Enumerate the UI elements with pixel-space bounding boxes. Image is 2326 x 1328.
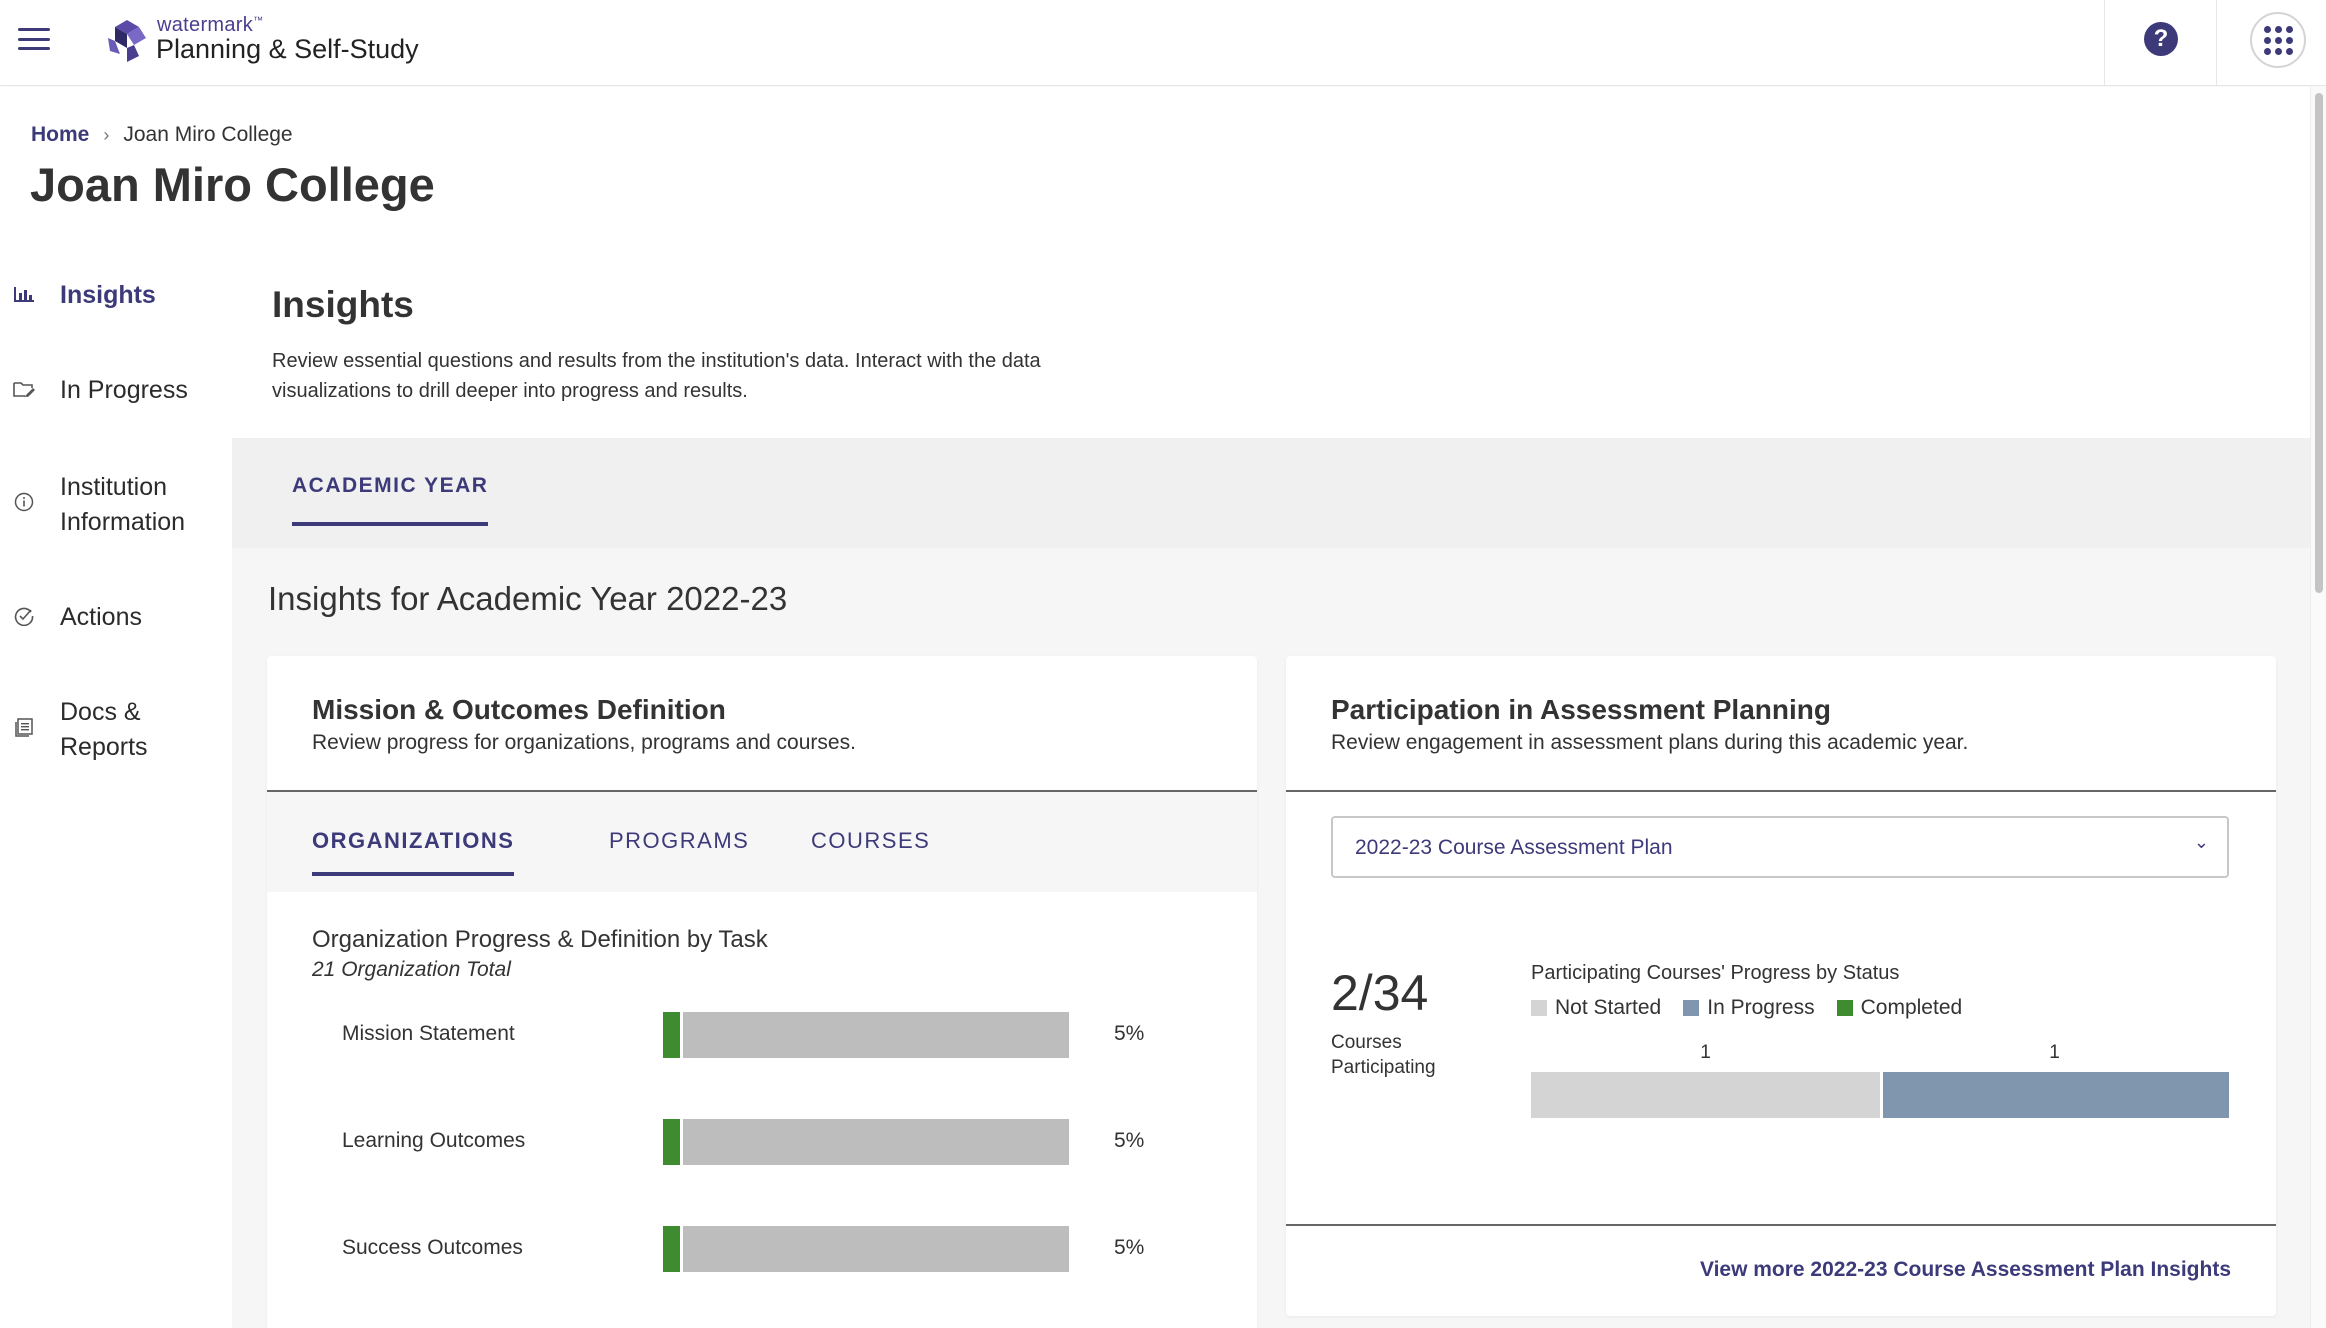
sidebar-item-label: In Progress (60, 376, 188, 404)
app-switcher-icon[interactable] (2250, 12, 2306, 68)
divider (2104, 0, 2105, 86)
segment-count-label: 1 (1700, 1042, 1711, 1063)
breadcrumb-separator: › (103, 124, 110, 145)
legend-item: Completed (1836, 996, 1963, 1020)
card-header: Participation in Assessment Planning Rev… (1286, 656, 2276, 792)
bar-row[interactable]: Learning Outcomes 5% (267, 1119, 1257, 1165)
section-title: Insights for Academic Year 2022-23 (268, 580, 788, 617)
bar-track[interactable] (663, 1119, 1069, 1165)
year-tab-bar: ACADEMIC YEAR (232, 438, 2310, 548)
card-subtitle: Review progress for organizations, progr… (312, 731, 856, 754)
legend-label: Completed (1860, 996, 1963, 1019)
bar-label: Mission Statement (342, 1022, 515, 1045)
check-circle-icon (12, 604, 36, 628)
bar-track[interactable] (663, 1226, 1069, 1272)
sidebar: Insights In Progress Institution Informa… (0, 248, 230, 1328)
main-content: Insights Review essential questions and … (232, 250, 2310, 1328)
bar-fill[interactable] (663, 1226, 683, 1272)
stacked-bar-segment[interactable] (1880, 1072, 2229, 1118)
folder-edit-icon (12, 377, 36, 401)
card-header: Mission & Outcomes Definition Review pro… (267, 656, 1257, 792)
watermark-logo-icon (108, 20, 146, 62)
sidebar-item-label: Docs & Reports (60, 698, 148, 761)
top-bar: watermark™ Planning & Self-Study ? (0, 0, 2326, 86)
sidebar-item-insights[interactable]: Insights (0, 278, 230, 313)
bar-value-label: 5% (1114, 1022, 1145, 1045)
select-value: 2022-23 Course Assessment Plan (1355, 836, 1673, 859)
insights-header: Insights Review essential questions and … (232, 250, 2310, 438)
card-footer: View more 2022-23 Course Assessment Plan… (1286, 1224, 2276, 1316)
chart-title: Organization Progress & Definition by Ta… (312, 926, 768, 953)
stacked-bar-segment[interactable] (1531, 1072, 1880, 1118)
document-list-icon (12, 715, 36, 739)
help-icon[interactable]: ? (2144, 22, 2178, 56)
legend-swatch (1683, 1000, 1700, 1016)
page-scrollbar[interactable] (2310, 87, 2326, 1328)
tab-programs[interactable]: PROGRAMS (609, 828, 749, 872)
page-header: Home › Joan Miro College Joan Miro Colle… (0, 87, 2310, 247)
breadcrumb-current: Joan Miro College (123, 123, 293, 146)
bar-label: Learning Outcomes (342, 1129, 526, 1152)
app-name: Planning & Self-Study (156, 34, 419, 64)
info-icon (12, 490, 36, 514)
entity-tabs: ORGANIZATIONS PROGRAMS COURSES (267, 792, 1257, 892)
segment-count-label: 1 (2049, 1042, 2060, 1063)
menu-icon[interactable] (18, 28, 50, 50)
status-legend: Not Started In Progress Completed (1531, 996, 1984, 1020)
sidebar-item-label: Institution Information (60, 473, 186, 536)
sidebar-item-docs-reports[interactable]: Docs & Reports (0, 695, 230, 765)
breadcrumb-home-link[interactable]: Home (31, 123, 89, 147)
chevron-down-icon: ⌄ (2193, 832, 2209, 852)
chart-subtitle: 21 Organization Total (312, 958, 511, 981)
divider (2216, 0, 2217, 86)
status-chart-title: Participating Courses' Progress by Statu… (1531, 962, 1900, 984)
scrollbar-thumb[interactable] (2315, 93, 2323, 593)
courses-participating-count: 2/34 (1331, 965, 1429, 1021)
stacked-bar (1531, 1072, 2229, 1118)
insights-title: Insights (272, 284, 414, 325)
legend-swatch (1531, 1000, 1547, 1016)
bar-value-label: 5% (1114, 1236, 1145, 1259)
legend-item: Not Started (1531, 996, 1661, 1020)
bar-value-label: 5% (1114, 1129, 1145, 1152)
legend-label: Not Started (1555, 996, 1662, 1019)
legend-item: In Progress (1683, 996, 1815, 1020)
sidebar-item-actions[interactable]: Actions (0, 600, 230, 635)
insights-description: Review essential questions and results f… (272, 350, 1041, 402)
bar-label: Success Outcomes (342, 1236, 523, 1259)
bar-row[interactable]: Success Outcomes 5% (267, 1226, 1257, 1272)
courses-participating-label: Courses Participating (1331, 1032, 1436, 1078)
tab-academic-year[interactable]: ACADEMIC YEAR (292, 474, 489, 526)
bar-track[interactable] (663, 1012, 1069, 1058)
legend-swatch (1836, 1000, 1853, 1016)
page-title: Joan Miro College (30, 158, 435, 211)
view-more-link[interactable]: View more 2022-23 Course Assessment Plan… (1700, 1258, 2231, 1282)
participation-card: Participation in Assessment Planning Rev… (1286, 656, 2276, 1316)
sidebar-item-label: Insights (60, 281, 156, 309)
legend-label: In Progress (1707, 996, 1815, 1019)
mission-outcomes-card: Mission & Outcomes Definition Review pro… (267, 656, 1257, 1328)
sidebar-item-institution-information[interactable]: Institution Information (0, 470, 230, 540)
tab-organizations[interactable]: ORGANIZATIONS (312, 828, 515, 876)
breadcrumb: Home › Joan Miro College (31, 123, 293, 147)
tab-courses[interactable]: COURSES (811, 828, 930, 872)
bar-row[interactable]: Mission Statement 5% (267, 1012, 1257, 1058)
sidebar-item-in-progress[interactable]: In Progress (0, 373, 230, 408)
card-title: Participation in Assessment Planning (1331, 694, 1831, 725)
card-title: Mission & Outcomes Definition (312, 694, 726, 725)
card-subtitle: Review engagement in assessment plans du… (1331, 731, 1969, 754)
bar-chart-icon (12, 282, 36, 306)
bar-fill[interactable] (663, 1012, 683, 1058)
assessment-plan-select[interactable]: 2022-23 Course Assessment Plan ⌄ (1331, 816, 2229, 878)
sidebar-item-label: Actions (60, 603, 142, 631)
bar-fill[interactable] (663, 1119, 683, 1165)
